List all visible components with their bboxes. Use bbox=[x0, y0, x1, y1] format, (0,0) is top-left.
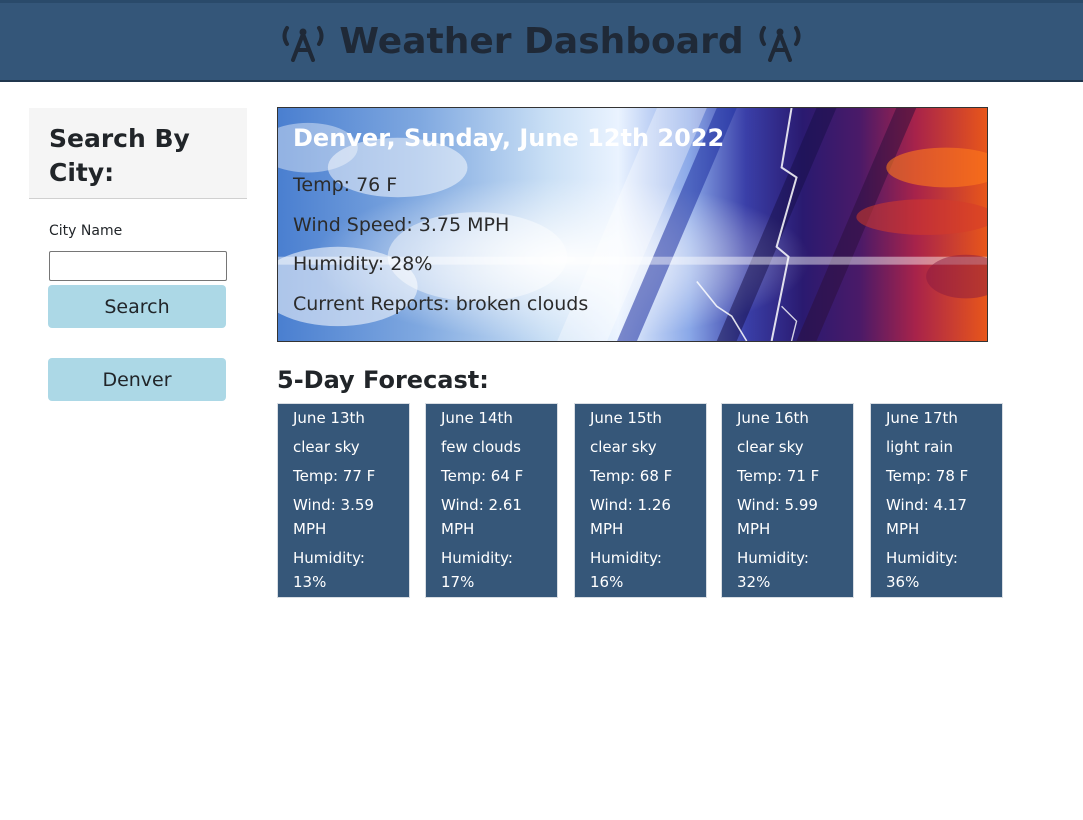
antenna-icon bbox=[282, 25, 324, 62]
history-button-denver[interactable]: Denver bbox=[48, 358, 226, 401]
forecast-temp: Temp: 78 F bbox=[886, 467, 969, 485]
forecast-card: June 15th clear sky Temp: 68 F Wind: 1.2… bbox=[574, 403, 707, 598]
forecast-temp: Temp: 71 F bbox=[737, 467, 820, 485]
app-header: Weather Dashboard bbox=[0, 0, 1083, 82]
forecast-humidity: Humidity: 13% bbox=[293, 549, 365, 591]
forecast-card: June 16th clear sky Temp: 71 F Wind: 5.9… bbox=[721, 403, 854, 598]
forecast-wind: Wind: 4.17 MPH bbox=[886, 496, 967, 538]
current-city-date: Denver, Sunday, June 12th 2022 bbox=[293, 124, 725, 152]
forecast-date: June 17th bbox=[886, 409, 958, 427]
sidebar-title: Search By City: bbox=[49, 124, 190, 187]
forecast-card: June 17th light rain Temp: 78 F Wind: 4.… bbox=[870, 403, 1003, 598]
forecast-description: clear sky bbox=[590, 438, 657, 456]
forecast-description: clear sky bbox=[293, 438, 360, 456]
forecast-heading: 5-Day Forecast: bbox=[277, 366, 489, 394]
forecast-wind: Wind: 2.61 MPH bbox=[441, 496, 522, 538]
forecast-date: June 13th bbox=[293, 409, 365, 427]
forecast-temp: Temp: 77 F bbox=[293, 467, 376, 485]
forecast-wind: Wind: 5.99 MPH bbox=[737, 496, 818, 538]
forecast-wind: Wind: 3.59 MPH bbox=[293, 496, 374, 538]
antenna-icon bbox=[759, 25, 801, 62]
current-temp: Temp: 76 F bbox=[293, 174, 398, 196]
current-reports: Current Reports: broken clouds bbox=[293, 292, 589, 315]
search-button[interactable]: Search bbox=[48, 285, 226, 328]
forecast-humidity: Humidity: 16% bbox=[590, 549, 662, 591]
current-weather-details: Denver, Sunday, June 12th 2022 Temp: 76 … bbox=[293, 122, 724, 324]
current-wind: Wind Speed: 3.75 MPH bbox=[293, 213, 510, 236]
city-name-input[interactable] bbox=[49, 251, 227, 281]
sidebar-title-box: Search By City: bbox=[29, 108, 247, 199]
forecast-humidity: Humidity: 36% bbox=[886, 549, 958, 591]
header-title-group: Weather Dashboard bbox=[279, 21, 803, 62]
page-title: Weather Dashboard bbox=[339, 21, 744, 62]
forecast-description: light rain bbox=[886, 438, 954, 456]
forecast-description: clear sky bbox=[737, 438, 804, 456]
forecast-card: June 13th clear sky Temp: 77 F Wind: 3.5… bbox=[277, 403, 410, 598]
forecast-description: few clouds bbox=[441, 438, 521, 456]
forecast-humidity: Humidity: 32% bbox=[737, 549, 809, 591]
forecast-date: June 16th bbox=[737, 409, 809, 427]
search-sidebar: Search By City: City Name Search Denver bbox=[29, 108, 247, 408]
forecast-card: June 14th few clouds Temp: 64 F Wind: 2.… bbox=[425, 403, 558, 598]
forecast-wind: Wind: 1.26 MPH bbox=[590, 496, 671, 538]
forecast-humidity: Humidity: 17% bbox=[441, 549, 513, 591]
forecast-temp: Temp: 68 F bbox=[590, 467, 673, 485]
forecast-list: June 13th clear sky Temp: 77 F Wind: 3.5… bbox=[277, 403, 1007, 598]
forecast-temp: Temp: 64 F bbox=[441, 467, 524, 485]
city-name-label: City Name bbox=[49, 223, 123, 239]
current-weather-card: Denver, Sunday, June 12th 2022 Temp: 76 … bbox=[277, 107, 988, 342]
forecast-date: June 14th bbox=[441, 409, 513, 427]
forecast-date: June 15th bbox=[590, 409, 662, 427]
current-humidity: Humidity: 28% bbox=[293, 253, 433, 275]
